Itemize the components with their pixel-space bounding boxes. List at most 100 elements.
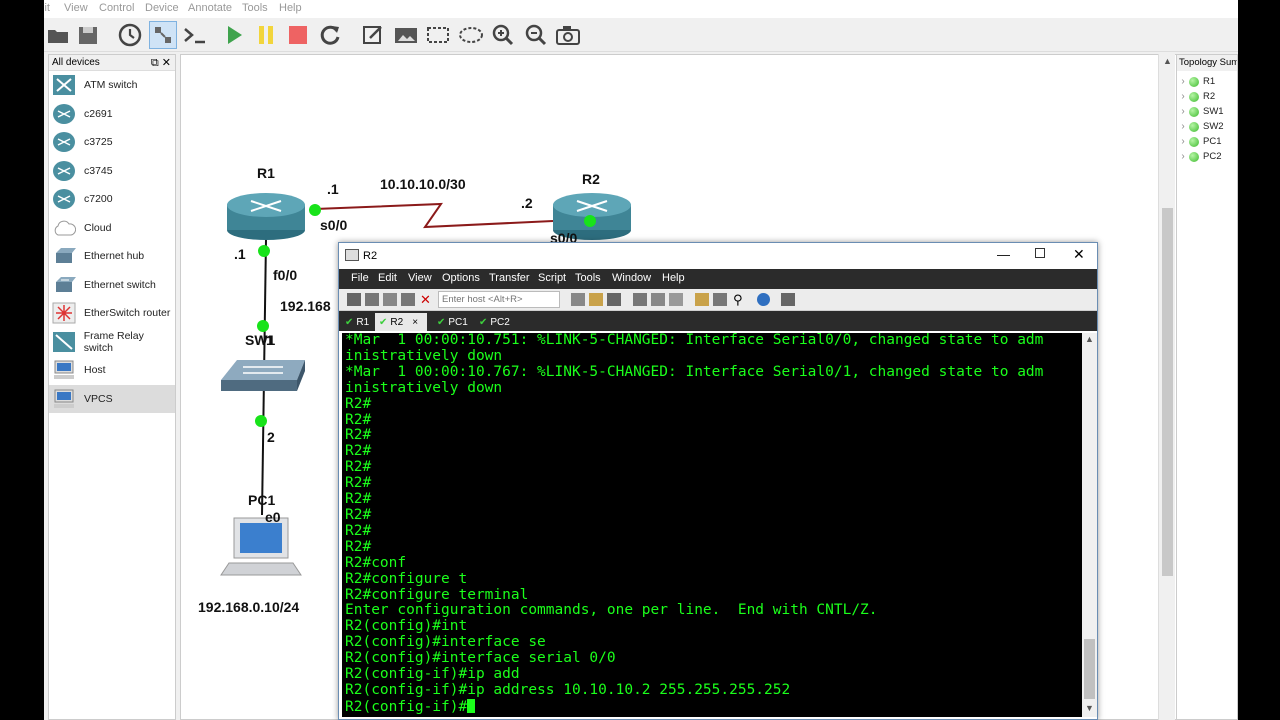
devices-panel: All devices ⧉ ✕ ATM switch c2691 c3725 c…: [48, 54, 176, 720]
device-c2691[interactable]: c2691: [49, 100, 175, 129]
tab-r2[interactable]: ✔ R2 ×: [375, 313, 427, 331]
tab-pc2[interactable]: ✔ PC2: [475, 313, 514, 331]
connect-icon[interactable]: [347, 293, 361, 306]
draw-ellipse-icon[interactable]: [457, 21, 485, 49]
topology-node-r2[interactable]: › R2: [1177, 89, 1237, 104]
sw1-port1-dot: [257, 320, 269, 332]
sftp-icon[interactable]: [781, 293, 795, 306]
terminal-scrollbar[interactable]: ▲ ▼: [1082, 333, 1097, 717]
scroll-up-icon[interactable]: ▲: [1163, 56, 1172, 66]
menu-annotate[interactable]: Annotate: [188, 2, 232, 14]
screenshot-camera-icon[interactable]: [554, 21, 582, 49]
term-menu-options[interactable]: Options: [442, 272, 480, 284]
reconnect-icon[interactable]: [401, 293, 415, 306]
keymap-icon[interactable]: ⚲: [733, 292, 743, 308]
device-etherswitch-router[interactable]: EtherSwitch router: [49, 299, 175, 328]
device-ethernet-switch[interactable]: Ethernet switch: [49, 271, 175, 300]
clock-icon[interactable]: [116, 21, 144, 49]
draw-rectangle-icon[interactable]: [424, 21, 452, 49]
pc1-computer-icon[interactable]: [220, 517, 302, 576]
canvas-vertical-scrollbar[interactable]: ▲: [1158, 54, 1175, 720]
tab-pc1[interactable]: ✔ PC1: [433, 313, 472, 331]
disconnect-icon[interactable]: ✕: [420, 292, 431, 308]
zoom-out-icon[interactable]: [522, 21, 550, 49]
global-options-icon[interactable]: [713, 293, 727, 306]
menu-help[interactable]: Help: [279, 2, 302, 14]
log-icon[interactable]: [669, 293, 683, 306]
start-all-icon[interactable]: [220, 21, 248, 49]
close-icon[interactable]: ✕: [1073, 246, 1085, 263]
copy-icon[interactable]: [571, 293, 585, 306]
zoom-in-icon[interactable]: [489, 21, 517, 49]
reload-all-icon[interactable]: [316, 21, 344, 49]
scrollbar-thumb[interactable]: [1084, 639, 1095, 699]
print-setup-icon[interactable]: [651, 293, 665, 306]
print-icon[interactable]: [633, 293, 647, 306]
chevron-right-icon[interactable]: ›: [1177, 91, 1189, 102]
chevron-right-icon[interactable]: ›: [1177, 76, 1189, 87]
device-c7200[interactable]: c7200: [49, 185, 175, 214]
node-label: PC1: [1203, 136, 1222, 147]
term-menu-transfer[interactable]: Transfer: [489, 272, 530, 284]
term-menu-edit[interactable]: Edit: [378, 272, 397, 284]
scrollbar-thumb[interactable]: [1162, 208, 1173, 576]
console-all-icon[interactable]: [182, 21, 210, 49]
menu-edit[interactable]: lit: [44, 2, 50, 14]
router-r1-icon[interactable]: [227, 193, 305, 240]
tab-close-icon[interactable]: ×: [412, 317, 418, 328]
connect-tab-icon[interactable]: [383, 293, 397, 306]
switch-sw1-icon[interactable]: [221, 360, 305, 391]
menu-device[interactable]: Device: [145, 2, 179, 14]
serial-link[interactable]: [314, 202, 554, 229]
chevron-right-icon[interactable]: ›: [1177, 136, 1189, 147]
help-icon[interactable]: [757, 293, 770, 306]
tab-r1[interactable]: ✔ R1: [341, 313, 373, 331]
term-menu-script[interactable]: Script: [538, 272, 566, 284]
term-menu-view[interactable]: View: [408, 272, 432, 284]
maximize-icon[interactable]: [1035, 248, 1045, 258]
device-cloud[interactable]: Cloud: [49, 214, 175, 243]
chevron-right-icon[interactable]: ›: [1177, 121, 1189, 132]
panel-float-close-icon[interactable]: ⧉ ✕: [151, 56, 171, 70]
scroll-down-icon[interactable]: ▼: [1085, 703, 1094, 713]
device-atm-switch[interactable]: ATM switch: [49, 71, 175, 100]
scroll-up-icon[interactable]: ▲: [1085, 334, 1094, 344]
term-menu-window[interactable]: Window: [612, 272, 651, 284]
show-interface-labels-icon[interactable]: [149, 21, 177, 49]
device-host[interactable]: Host: [49, 356, 175, 385]
stop-all-icon[interactable]: [284, 21, 312, 49]
session-options-icon[interactable]: [695, 293, 709, 306]
chevron-right-icon[interactable]: ›: [1177, 151, 1189, 162]
paste-icon[interactable]: [589, 293, 603, 306]
save-project-icon[interactable]: [74, 21, 102, 49]
topology-node-sw1[interactable]: › SW1: [1177, 104, 1237, 119]
topology-node-r1[interactable]: › R1: [1177, 74, 1237, 89]
term-menu-help[interactable]: Help: [662, 272, 685, 284]
find-icon[interactable]: [607, 293, 621, 306]
topology-node-pc2[interactable]: › PC2: [1177, 149, 1237, 164]
topology-node-sw2[interactable]: › SW2: [1177, 119, 1237, 134]
atm-switch-icon: [51, 73, 77, 97]
suspend-all-icon[interactable]: [252, 21, 280, 49]
device-ethernet-hub[interactable]: Ethernet hub: [49, 242, 175, 271]
menu-tools[interactable]: Tools: [242, 2, 268, 14]
menu-view[interactable]: View: [64, 2, 88, 14]
sw1-port2-label: 2: [267, 429, 275, 445]
device-c3745[interactable]: c3745: [49, 157, 175, 186]
term-menu-tools[interactable]: Tools: [575, 272, 601, 284]
device-vpcs[interactable]: VPCS: [49, 384, 175, 413]
terminal-screen[interactable]: *Mar 1 00:00:10.751: %LINK-5-CHANGED: In…: [342, 333, 1082, 717]
add-note-icon[interactable]: [359, 21, 387, 49]
term-menu-file[interactable]: File: [351, 272, 369, 284]
open-folder-icon[interactable]: [44, 21, 72, 49]
device-c3725[interactable]: c3725: [49, 128, 175, 157]
enter-host-input[interactable]: [438, 291, 560, 308]
chevron-right-icon[interactable]: ›: [1177, 106, 1189, 117]
menu-control[interactable]: Control: [99, 2, 134, 14]
device-frame-relay-switch[interactable]: Frame Relay switch: [49, 328, 175, 357]
quick-connect-icon[interactable]: [365, 293, 379, 306]
tab-label: R2: [390, 316, 404, 328]
minimize-icon[interactable]: —: [997, 247, 1010, 262]
insert-picture-icon[interactable]: [392, 21, 420, 49]
topology-node-pc1[interactable]: › PC1: [1177, 134, 1237, 149]
